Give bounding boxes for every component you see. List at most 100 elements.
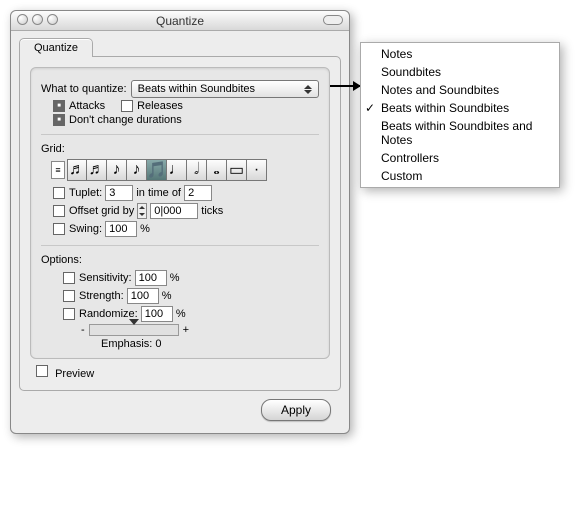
note-value-8[interactable]: 𝅝 (207, 159, 227, 181)
quantize-popup-menu: Notes Soundbites Notes and Soundbites ✓ Beat… (360, 42, 560, 188)
tuplet-label: Tuplet: (69, 187, 102, 199)
swing-unit: % (140, 223, 150, 235)
offset-label: Offset grid by (69, 205, 134, 217)
emphasis-label: Emphasis: 0 (101, 338, 162, 350)
strength-label: Strength: (79, 290, 124, 302)
menu-item-label: Controllers (381, 151, 439, 165)
swing-label: Swing: (69, 223, 102, 235)
titlebar[interactable]: Quantize (11, 11, 349, 31)
emphasis-row: Emphasis: 0 (101, 338, 319, 350)
menu-item[interactable]: ✓ Beats within Soundbites (361, 99, 559, 117)
plus-label: + (183, 324, 189, 336)
offset-field[interactable]: 0|000 (150, 203, 198, 219)
tabs: Quantize What to quantize: Beats within … (19, 37, 341, 391)
menu-item-label: Beats within Soundbites and Notes (381, 119, 532, 147)
menu-item[interactable]: Controllers (361, 149, 559, 167)
menu-item-label: Notes (381, 47, 412, 61)
releases-label: Releases (137, 100, 183, 112)
strength-row: Strength: 100 % (63, 288, 319, 304)
tuplet-row: Tuplet: 3 in time of 2 (53, 185, 319, 201)
preview-checkbox[interactable] (36, 365, 48, 377)
apply-button[interactable]: Apply (261, 399, 331, 421)
dont-change-label: Don't change durations (69, 114, 182, 126)
options-label: Options: (41, 254, 319, 266)
swing-field[interactable]: 100 (105, 221, 137, 237)
menu-item-label: Custom (381, 169, 422, 183)
attacks-checkbox[interactable] (53, 100, 65, 112)
sensitivity-checkbox[interactable] (63, 272, 75, 284)
what-to-quantize-select[interactable]: Beats within Soundbites (131, 80, 319, 98)
select-value: Beats within Soundbites (138, 83, 255, 95)
tab-label: Quantize (34, 42, 78, 54)
note-value-grid: ≡ ♬ ♬ ♪ ♪ 🎵 ♩ 𝅗𝅥 𝅝 ▭ · (51, 159, 319, 181)
note-value-4[interactable]: ♪ (127, 159, 147, 181)
note-value-5-selected[interactable]: 🎵 (147, 159, 167, 181)
strength-checkbox[interactable] (63, 290, 75, 302)
emphasis-slider-row: - + (81, 324, 319, 336)
menu-item-label: Beats within Soundbites (381, 101, 509, 115)
window-title: Quantize (156, 14, 204, 28)
grid-label: Grid: (41, 143, 319, 155)
releases-checkbox[interactable] (121, 100, 133, 112)
note-value-3[interactable]: ♪ (107, 159, 127, 181)
preview-row: Preview (30, 359, 330, 382)
menu-item[interactable]: Custom (361, 167, 559, 185)
minus-label: - (81, 324, 85, 336)
randomize-row: Randomize: 100 % (63, 306, 319, 322)
menu-item[interactable]: Soundbites (361, 63, 559, 81)
minimize-icon[interactable] (32, 14, 43, 25)
menu-item[interactable]: Notes (361, 45, 559, 63)
tuplet-a-field[interactable]: 3 (105, 185, 133, 201)
tab-quantize[interactable]: Quantize (19, 38, 93, 57)
stepper-icon[interactable] (137, 203, 147, 219)
swing-row: Swing: 100 % (53, 221, 319, 237)
emphasis-slider[interactable] (89, 324, 179, 336)
pct2: % (162, 290, 172, 302)
offset-unit: ticks (201, 205, 223, 217)
traffic-lights (17, 14, 58, 25)
note-value-rest[interactable]: ▭ (227, 159, 247, 181)
what-row: What to quantize: Beats within Soundbite… (41, 80, 319, 98)
zoom-icon[interactable] (47, 14, 58, 25)
swing-checkbox[interactable] (53, 223, 65, 235)
arrow-icon (330, 85, 360, 87)
preview-label: Preview (55, 368, 94, 380)
randomize-checkbox[interactable] (63, 308, 75, 320)
tuplet-mid: in time of (136, 187, 181, 199)
note-value-6[interactable]: ♩ (167, 159, 187, 181)
quantize-window: Quantize Quantize What to quantize: Beat… (10, 10, 350, 434)
note-value-dot[interactable]: · (247, 159, 267, 181)
note-value-7[interactable]: 𝅗𝅥 (187, 159, 207, 181)
note-value-1[interactable]: ♬ (67, 159, 87, 181)
sensitivity-row: Sensitivity: 100 % (63, 270, 319, 286)
menu-item-label: Notes and Soundbites (381, 83, 499, 97)
menu-item-label: Soundbites (381, 65, 441, 79)
tuplet-b-field[interactable]: 2 (184, 185, 212, 201)
offset-checkbox[interactable] (53, 205, 65, 217)
note-menu-button[interactable]: ≡ (51, 161, 65, 179)
offset-stepper[interactable] (134, 203, 150, 219)
attacks-label: Attacks (69, 100, 105, 112)
what-label: What to quantize: (41, 83, 127, 95)
divider (41, 134, 319, 135)
updown-icon (301, 83, 315, 95)
strength-field[interactable]: 100 (127, 288, 159, 304)
menu-item[interactable]: Notes and Soundbites (361, 81, 559, 99)
toolbar-toggle-icon[interactable] (323, 15, 343, 25)
attack-release-row: Attacks Releases (53, 100, 319, 112)
inset-panel: What to quantize: Beats within Soundbite… (30, 67, 330, 359)
dont-change-row: Don't change durations (53, 114, 319, 126)
note-value-2[interactable]: ♬ (87, 159, 107, 181)
randomize-field[interactable]: 100 (141, 306, 173, 322)
apply-row: Apply (19, 391, 341, 423)
tab-page: What to quantize: Beats within Soundbite… (19, 56, 341, 391)
sensitivity-field[interactable]: 100 (135, 270, 167, 286)
checkmark-icon: ✓ (365, 101, 375, 115)
pct1: % (170, 272, 180, 284)
dont-change-durations-checkbox[interactable] (53, 114, 65, 126)
close-icon[interactable] (17, 14, 28, 25)
tuplet-checkbox[interactable] (53, 187, 65, 199)
menu-item[interactable]: Beats within Soundbites and Notes (361, 117, 559, 149)
sensitivity-label: Sensitivity: (79, 272, 132, 284)
offset-row: Offset grid by 0|000 ticks (53, 203, 319, 219)
